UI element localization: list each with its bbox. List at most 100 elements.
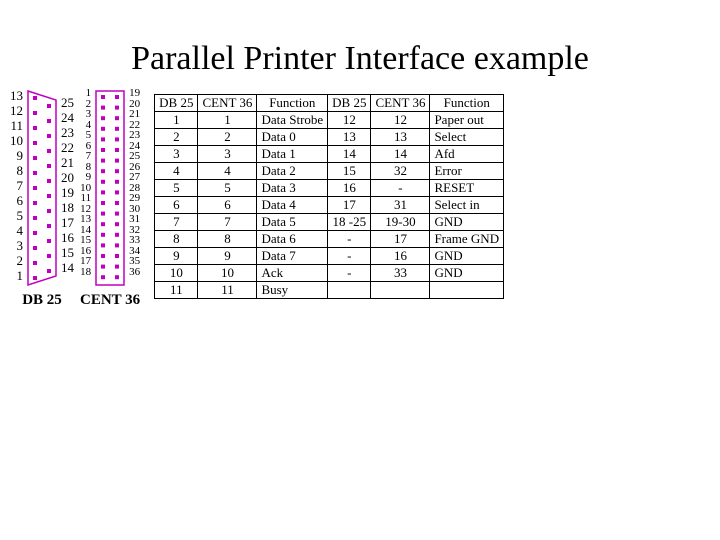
pin-number: 17 xyxy=(61,215,74,230)
pin-number: 4 xyxy=(10,223,23,238)
table-cell: 6 xyxy=(155,197,198,214)
table-cell: Data Strobe xyxy=(257,112,328,129)
table-cell: GND xyxy=(430,248,504,265)
table-cell: Data 1 xyxy=(257,146,328,163)
pin-number: 21 xyxy=(129,109,140,120)
table-cell: Data 7 xyxy=(257,248,328,265)
pin-function-table: DB 25CENT 36FunctionDB 25CENT 36Function… xyxy=(154,94,504,299)
table-cell: - xyxy=(371,180,430,197)
pin-number: 33 xyxy=(129,235,140,246)
table-header-row: DB 25CENT 36FunctionDB 25CENT 36Function xyxy=(155,95,504,112)
table-cell xyxy=(430,282,504,299)
table-row: 1010Ack-33GND xyxy=(155,265,504,282)
table-row: 77Data 518 -2519-30GND xyxy=(155,214,504,231)
table-cell: Data 0 xyxy=(257,129,328,146)
pin-number: 1 xyxy=(80,88,91,99)
pin-number: 18 xyxy=(61,200,74,215)
table-cell: 17 xyxy=(328,197,371,214)
table-cell xyxy=(328,282,371,299)
pin-number: 17 xyxy=(80,256,91,267)
table-cell: 12 xyxy=(371,112,430,129)
table-cell: 4 xyxy=(155,163,198,180)
table-cell: Data 3 xyxy=(257,180,328,197)
table-cell: 14 xyxy=(328,146,371,163)
table-cell: 31 xyxy=(371,197,430,214)
table-row: 1111Busy xyxy=(155,282,504,299)
db25-block: 13121110987654321 2524232221201918171615… xyxy=(10,88,74,309)
table-cell: 9 xyxy=(155,248,198,265)
table-header: DB 25 xyxy=(155,95,198,112)
pin-number: 14 xyxy=(61,260,74,275)
cent36-connector: 123456789101112131415161718 192021222324… xyxy=(80,88,140,288)
pin-number: 7 xyxy=(10,178,23,193)
table-cell: Busy xyxy=(257,282,328,299)
pin-number: 6 xyxy=(10,193,23,208)
table-cell: 4 xyxy=(198,163,257,180)
table-cell: 19-30 xyxy=(371,214,430,231)
table-cell: - xyxy=(328,231,371,248)
table-header: Function xyxy=(257,95,328,112)
pin-number: 25 xyxy=(61,95,74,110)
pin-number: 16 xyxy=(61,230,74,245)
pin-number: 8 xyxy=(10,163,23,178)
table-cell: 2 xyxy=(155,129,198,146)
table-row: 11Data Strobe1212Paper out xyxy=(155,112,504,129)
table-header: Function xyxy=(430,95,504,112)
pin-number: 22 xyxy=(61,140,74,155)
table-row: 66Data 41731Select in xyxy=(155,197,504,214)
table-cell: 5 xyxy=(155,180,198,197)
db25-connector: 13121110987654321 2524232221201918171615… xyxy=(10,88,74,288)
pin-number: 15 xyxy=(61,245,74,260)
table-cell: 13 xyxy=(371,129,430,146)
table-cell: 5 xyxy=(198,180,257,197)
table-cell: Select in xyxy=(430,197,504,214)
table-cell: 10 xyxy=(198,265,257,282)
db25-right-pins: 252423222120191817161514 xyxy=(59,95,74,275)
table-cell: RESET xyxy=(430,180,504,197)
cent36-shape-icon xyxy=(93,88,127,288)
pin-number: 2 xyxy=(10,253,23,268)
table-cell: 8 xyxy=(198,231,257,248)
pin-number: 29 xyxy=(129,193,140,204)
pin-number: 15 xyxy=(80,235,91,246)
db25-label: DB 25 xyxy=(22,292,62,309)
pin-number: 1 xyxy=(10,268,23,283)
table-body: 11Data Strobe1212Paper out22Data 01313Se… xyxy=(155,112,504,299)
table-row: 44Data 21532Error xyxy=(155,163,504,180)
table-cell: 17 xyxy=(371,231,430,248)
table-cell: - xyxy=(328,265,371,282)
table-cell: 2 xyxy=(198,129,257,146)
table-cell: 9 xyxy=(198,248,257,265)
table-cell: Ack xyxy=(257,265,328,282)
pin-number: 35 xyxy=(129,256,140,267)
db25-left-pins: 13121110987654321 xyxy=(10,88,25,283)
table-cell: 10 xyxy=(155,265,198,282)
table-cell: 18 -25 xyxy=(328,214,371,231)
table-cell: - xyxy=(328,248,371,265)
pin-number: 31 xyxy=(129,214,140,225)
table-cell: Error xyxy=(430,163,504,180)
pin-number: 3 xyxy=(80,109,91,120)
table-cell: 7 xyxy=(155,214,198,231)
table-row: 88Data 6-17Frame GND xyxy=(155,231,504,248)
table-header: CENT 36 xyxy=(371,95,430,112)
pin-number: 9 xyxy=(80,172,91,183)
db25-shape-icon xyxy=(25,88,59,288)
pin-number: 5 xyxy=(80,130,91,141)
table-row: 55Data 316-RESET xyxy=(155,180,504,197)
pin-number: 11 xyxy=(10,118,23,133)
table-cell: 11 xyxy=(155,282,198,299)
pin-number: 10 xyxy=(10,133,23,148)
table-cell: Data 2 xyxy=(257,163,328,180)
table-cell: GND xyxy=(430,214,504,231)
table-cell: 3 xyxy=(198,146,257,163)
table-cell: 16 xyxy=(371,248,430,265)
cent36-block: 123456789101112131415161718 192021222324… xyxy=(80,88,140,309)
pin-number: 20 xyxy=(61,170,74,185)
pin-number: 7 xyxy=(80,151,91,162)
cent36-left-pins: 123456789101112131415161718 xyxy=(80,88,93,277)
pin-number: 19 xyxy=(61,185,74,200)
table-cell: 1 xyxy=(198,112,257,129)
pin-number: 27 xyxy=(129,172,140,183)
table-cell: 7 xyxy=(198,214,257,231)
